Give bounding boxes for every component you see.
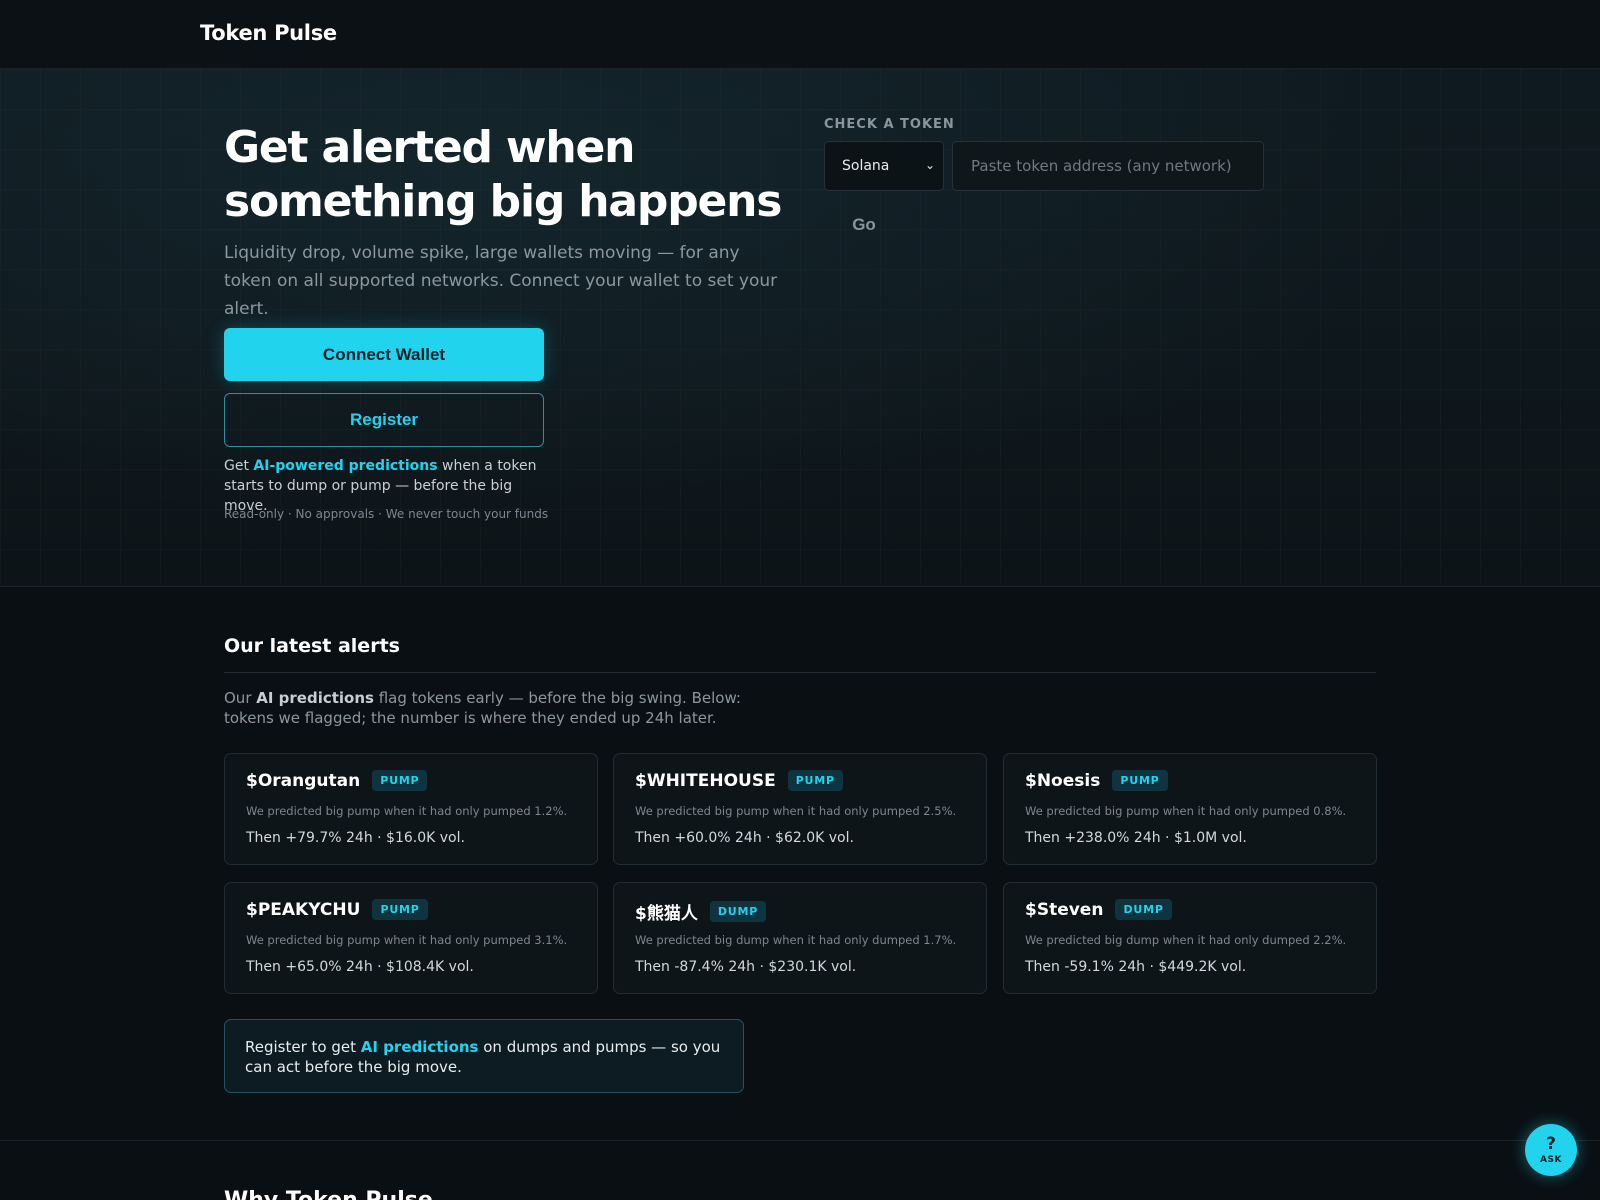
alerts-desc-prefix: Our [224, 689, 257, 707]
alert-card[interactable]: $WHITEHOUSE PUMP We predicted big pump wh… [613, 753, 987, 865]
token-ticker: $熊猫人 [635, 904, 698, 924]
why-section-title: Why Token Pulse [224, 1188, 433, 1200]
signal-badge: DUMP [709, 901, 767, 922]
token-ticker: $WHITEHOUSE [635, 770, 776, 791]
hero-fine-print: Read-only · No approvals · We never touc… [224, 507, 549, 521]
token-ticker: $Orangutan [246, 770, 361, 791]
token-ticker: $Noesis [1025, 770, 1101, 791]
brand-logo[interactable]: Token Pulse [200, 21, 337, 45]
alerts-title: Our latest alerts [224, 635, 400, 657]
prediction-text: We predicted big dump when it had only d… [1025, 933, 1347, 947]
question-icon: ? [1546, 1133, 1556, 1154]
latest-alerts-section: Our latest alerts Our AI predictions fla… [0, 587, 1600, 1141]
go-button[interactable]: Go [840, 209, 888, 241]
token-ticker: $Steven [1025, 899, 1104, 920]
prediction-text: We predicted big dump when it had only d… [635, 933, 957, 947]
result-text: Then -59.1% 24h · $449.2K vol. [1025, 959, 1247, 975]
divider [224, 672, 1376, 673]
hero-note-prefix: Get [224, 458, 254, 474]
ask-help-button[interactable]: ? ASK [1525, 1124, 1577, 1176]
ai-predictions-link[interactable]: AI predictions [361, 1038, 479, 1056]
alert-card[interactable]: $熊猫人 DUMP We predicted big dump when it h… [613, 882, 987, 994]
signal-badge: PUMP [787, 770, 843, 791]
alerts-desc-bold: AI predictions [256, 689, 374, 707]
ask-label: ASK [1540, 1154, 1562, 1165]
chevron-down-icon: ⌄ [924, 158, 935, 172]
signal-badge: PUMP [1112, 770, 1168, 791]
connect-wallet-button[interactable]: Connect Wallet [224, 328, 544, 381]
alert-card[interactable]: $PEAKYCHU PUMP We predicted big pump when… [224, 882, 598, 994]
hero-section: Get alerted when something big happens L… [0, 69, 1600, 587]
hero-title: Get alerted when something big happens [224, 122, 782, 227]
alert-card[interactable]: $Steven DUMP We predicted big dump when i… [1003, 882, 1377, 994]
network-select[interactable]: Solana ⌄ [824, 141, 944, 191]
check-token-label: CHECK A TOKEN [824, 117, 955, 132]
cta-prefix: Register to get [245, 1038, 361, 1056]
result-text: Then +60.0% 24h · $62.0K vol. [635, 830, 854, 846]
top-bar: Token Pulse [0, 0, 1600, 69]
signal-badge: PUMP [372, 899, 428, 920]
token-address-input[interactable] [952, 141, 1264, 191]
prediction-text: We predicted big pump when it had only p… [246, 933, 568, 947]
alerts-description: Our AI predictions flag tokens early — b… [224, 688, 784, 728]
result-text: Then -87.4% 24h · $230.1K vol. [635, 959, 857, 975]
prediction-text: We predicted big pump when it had only p… [635, 804, 957, 818]
alert-card[interactable]: $Orangutan PUMP We predicted big pump whe… [224, 753, 598, 865]
ai-predictions-highlight: AI-powered predictions [253, 458, 438, 474]
alert-card[interactable]: $Noesis PUMP We predicted big pump when i… [1003, 753, 1377, 865]
result-text: Then +79.7% 24h · $16.0K vol. [246, 830, 465, 846]
register-cta-box[interactable]: Register to get AI predictions on dumps … [224, 1019, 744, 1093]
prediction-text: We predicted big pump when it had only p… [246, 804, 568, 818]
network-selected-value: Solana [842, 158, 890, 174]
signal-badge: PUMP [372, 770, 428, 791]
prediction-text: We predicted big pump when it had only p… [1025, 804, 1347, 818]
result-text: Then +238.0% 24h · $1.0M vol. [1025, 830, 1247, 846]
result-text: Then +65.0% 24h · $108.4K vol. [246, 959, 474, 975]
register-button[interactable]: Register [224, 393, 544, 447]
hero-subtitle: Liquidity drop, volume spike, large wall… [224, 243, 778, 319]
signal-badge: DUMP [1115, 899, 1172, 920]
token-ticker: $PEAKYCHU [246, 899, 361, 920]
